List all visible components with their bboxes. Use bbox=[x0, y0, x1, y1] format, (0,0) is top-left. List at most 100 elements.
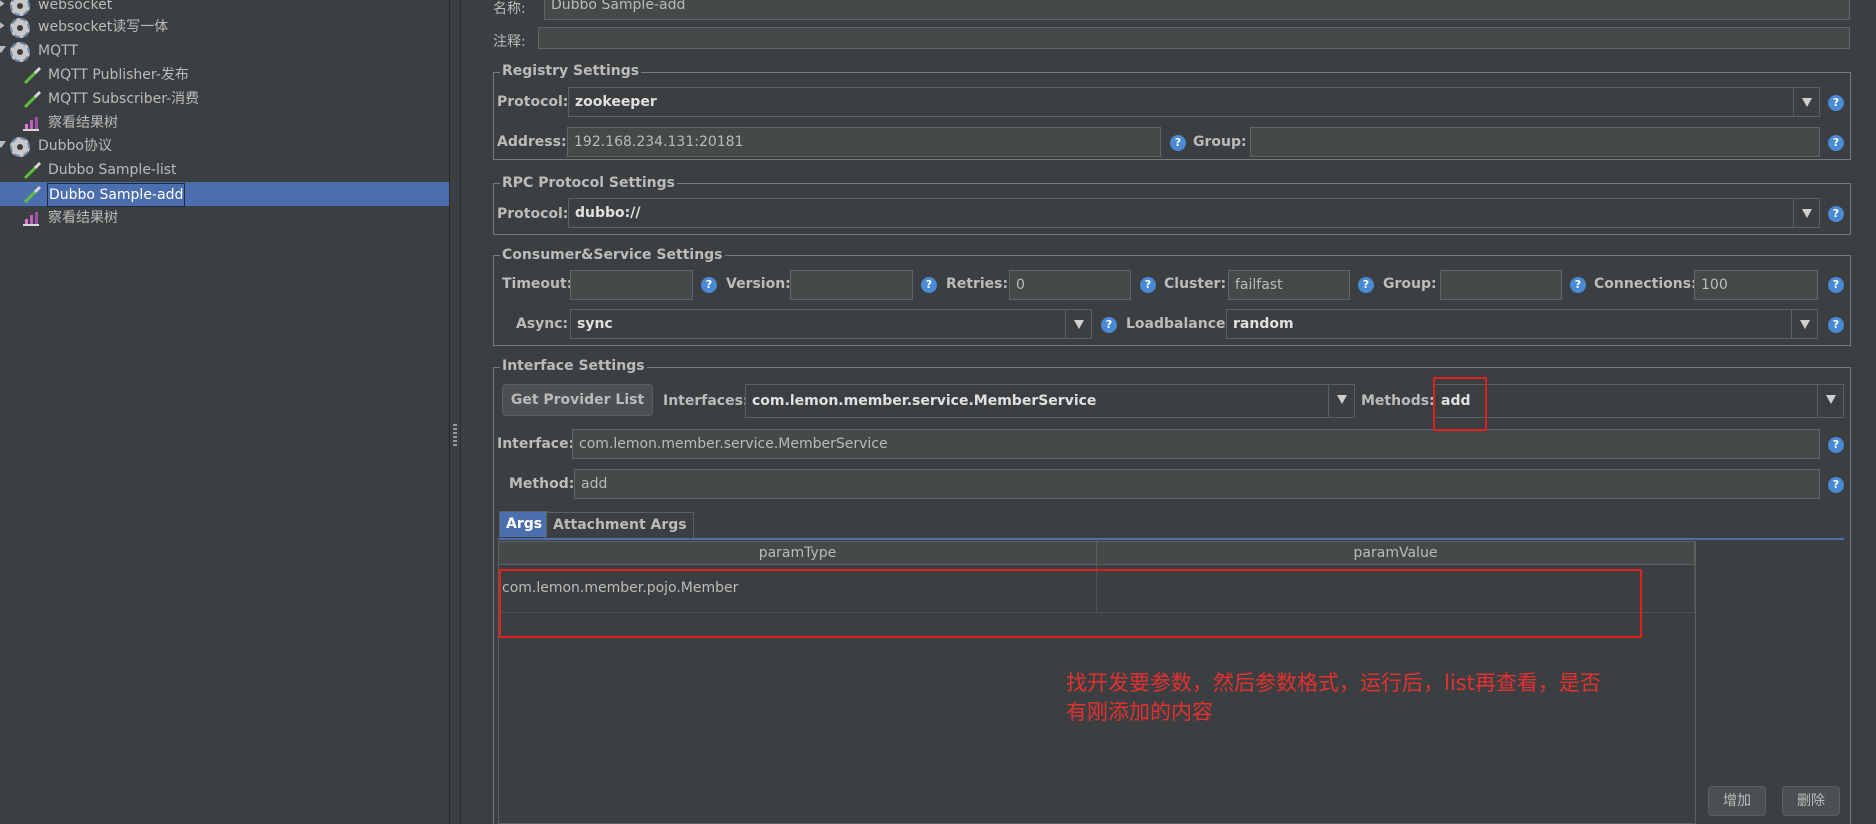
tree-item-label: Dubbo Sample-list bbox=[48, 162, 177, 178]
help-icon[interactable]: ? bbox=[1828, 277, 1844, 293]
column-header-paramtype[interactable]: paramType bbox=[499, 542, 1097, 565]
registry-group-input[interactable] bbox=[1250, 127, 1820, 157]
tree-item-result-tree-2[interactable]: 察看结果树 bbox=[0, 206, 449, 230]
tab-args[interactable]: Args bbox=[499, 511, 550, 537]
registry-protocol-select[interactable]: zookeeper bbox=[568, 87, 1820, 117]
interface-settings-title: Interface Settings bbox=[500, 358, 647, 374]
loadbalance-select[interactable]: random bbox=[1226, 309, 1818, 339]
tree-item-dubbo-add[interactable]: Dubbo Sample-add bbox=[0, 182, 449, 207]
registry-protocol-label: Protocol: bbox=[497, 94, 569, 110]
tree-item-mqtt-publisher[interactable]: MQTT Publisher-发布 bbox=[0, 63, 449, 87]
method-input[interactable]: add bbox=[574, 469, 1820, 499]
gear-icon bbox=[10, 137, 30, 157]
registry-settings-title: Registry Settings bbox=[500, 63, 642, 79]
connections-label: Connections: bbox=[1594, 276, 1697, 292]
methods-select[interactable]: add bbox=[1434, 384, 1844, 418]
collapsed-arrow-icon[interactable] bbox=[0, 0, 5, 9]
name-label: 名称: bbox=[493, 1, 526, 17]
dropdown-arrow-icon[interactable] bbox=[1793, 199, 1819, 227]
rpc-protocol-label: Protocol: bbox=[497, 206, 569, 222]
sampler-pipette-icon bbox=[23, 185, 42, 204]
collapsed-arrow-icon[interactable] bbox=[0, 20, 5, 31]
tree-item-label: Dubbo Sample-add bbox=[47, 183, 186, 207]
get-provider-list-button[interactable]: Get Provider List bbox=[502, 384, 653, 416]
tree-item-dubbo[interactable]: Dubbo协议 bbox=[0, 134, 449, 158]
async-value: sync bbox=[577, 316, 613, 332]
retries-label: Retries: bbox=[946, 276, 1009, 292]
tree-item-result-tree-1[interactable]: 察看结果树 bbox=[0, 111, 449, 135]
dropdown-arrow-icon[interactable] bbox=[1791, 310, 1817, 338]
tree-item-label: MQTT bbox=[38, 43, 78, 59]
version-input[interactable] bbox=[790, 270, 913, 300]
help-icon[interactable]: ? bbox=[921, 277, 937, 293]
add-row-button[interactable]: 增加 bbox=[1708, 786, 1766, 816]
retries-input[interactable]: 0 bbox=[1009, 270, 1131, 300]
gear-icon bbox=[10, 42, 30, 62]
cluster-label: Cluster: bbox=[1164, 276, 1227, 292]
tree-item-label: MQTT Publisher-发布 bbox=[48, 67, 189, 83]
help-icon[interactable]: ? bbox=[1828, 95, 1844, 111]
consumer-group-input[interactable] bbox=[1440, 270, 1562, 300]
delete-row-button[interactable]: 删除 bbox=[1782, 786, 1840, 816]
async-select[interactable]: sync bbox=[570, 309, 1092, 339]
consumer-group-label: Group: bbox=[1383, 276, 1437, 292]
help-icon[interactable]: ? bbox=[1828, 437, 1844, 453]
expanded-arrow-icon[interactable] bbox=[0, 46, 6, 53]
help-icon[interactable]: ? bbox=[1570, 277, 1586, 293]
test-plan-tree: websocket websocket读写一体 MQTT MQTT Publis… bbox=[0, 0, 449, 824]
tree-item-mqtt-subscriber[interactable]: MQTT Subscriber-消费 bbox=[0, 87, 449, 111]
interfaces-select[interactable]: com.lemon.member.service.MemberService bbox=[745, 384, 1355, 418]
dropdown-arrow-icon[interactable] bbox=[1793, 88, 1819, 116]
param-row-highlight-box bbox=[499, 569, 1642, 638]
result-tree-chart-icon bbox=[23, 212, 39, 226]
methods-label: Methods: bbox=[1361, 393, 1435, 409]
interface-label: Interface: bbox=[497, 436, 575, 452]
tree-item-websocket-rw[interactable]: websocket读写一体 bbox=[0, 15, 449, 39]
expanded-arrow-icon[interactable] bbox=[0, 141, 6, 148]
cluster-input[interactable]: failfast bbox=[1228, 270, 1350, 300]
help-icon[interactable]: ? bbox=[1828, 317, 1844, 333]
gear-icon bbox=[10, 0, 30, 16]
method-label: Method: bbox=[509, 476, 575, 492]
dropdown-arrow-icon[interactable] bbox=[1817, 385, 1843, 417]
loadbalance-value: random bbox=[1233, 316, 1294, 332]
help-icon[interactable]: ? bbox=[1101, 317, 1117, 333]
split-pane-divider[interactable] bbox=[449, 0, 461, 824]
help-icon[interactable]: ? bbox=[701, 277, 717, 293]
comment-input[interactable] bbox=[538, 27, 1850, 49]
gear-icon bbox=[10, 18, 30, 38]
sampler-pipette-icon bbox=[23, 90, 42, 109]
tree-item-dubbo-list[interactable]: Dubbo Sample-list bbox=[0, 158, 449, 182]
sampler-pipette-icon bbox=[23, 66, 42, 85]
dropdown-arrow-icon[interactable] bbox=[1065, 310, 1091, 338]
divider-grip[interactable] bbox=[453, 424, 457, 446]
interface-input[interactable]: com.lemon.member.service.MemberService bbox=[572, 429, 1820, 459]
sampler-pipette-icon bbox=[23, 161, 42, 180]
help-icon[interactable]: ? bbox=[1828, 206, 1844, 222]
methods-highlight-box bbox=[1433, 377, 1487, 431]
timeout-input[interactable] bbox=[570, 270, 693, 300]
name-input[interactable]: Dubbo Sample-add bbox=[544, 0, 1850, 20]
registry-group-label: Group: bbox=[1193, 134, 1247, 150]
rpc-protocol-select[interactable]: dubbo:// bbox=[568, 198, 1820, 228]
help-icon[interactable]: ? bbox=[1828, 477, 1844, 493]
connections-input[interactable]: 100 bbox=[1694, 270, 1818, 300]
tree-item-label: MQTT Subscriber-消费 bbox=[48, 91, 200, 107]
help-icon[interactable]: ? bbox=[1170, 135, 1186, 151]
annotation-line-2: 有刚添加的内容 bbox=[1066, 700, 1213, 724]
dropdown-arrow-icon[interactable] bbox=[1328, 385, 1354, 417]
rpc-protocol-settings-title: RPC Protocol Settings bbox=[500, 175, 677, 191]
help-icon[interactable]: ? bbox=[1828, 135, 1844, 151]
comment-label: 注释: bbox=[493, 34, 526, 50]
loadbalance-label: Loadbalance: bbox=[1126, 316, 1232, 332]
column-header-paramvalue[interactable]: paramValue bbox=[1097, 542, 1695, 565]
result-tree-chart-icon bbox=[23, 117, 39, 131]
async-label: Async: bbox=[516, 316, 569, 332]
tree-item-mqtt[interactable]: MQTT bbox=[0, 39, 449, 63]
help-icon[interactable]: ? bbox=[1140, 277, 1156, 293]
help-icon[interactable]: ? bbox=[1358, 277, 1374, 293]
version-label: Version: bbox=[726, 276, 791, 292]
interfaces-label: Interfaces: bbox=[663, 393, 749, 409]
tab-attachment-args[interactable]: Attachment Args bbox=[546, 512, 694, 538]
registry-address-input[interactable]: 192.168.234.131:20181 bbox=[567, 127, 1161, 157]
